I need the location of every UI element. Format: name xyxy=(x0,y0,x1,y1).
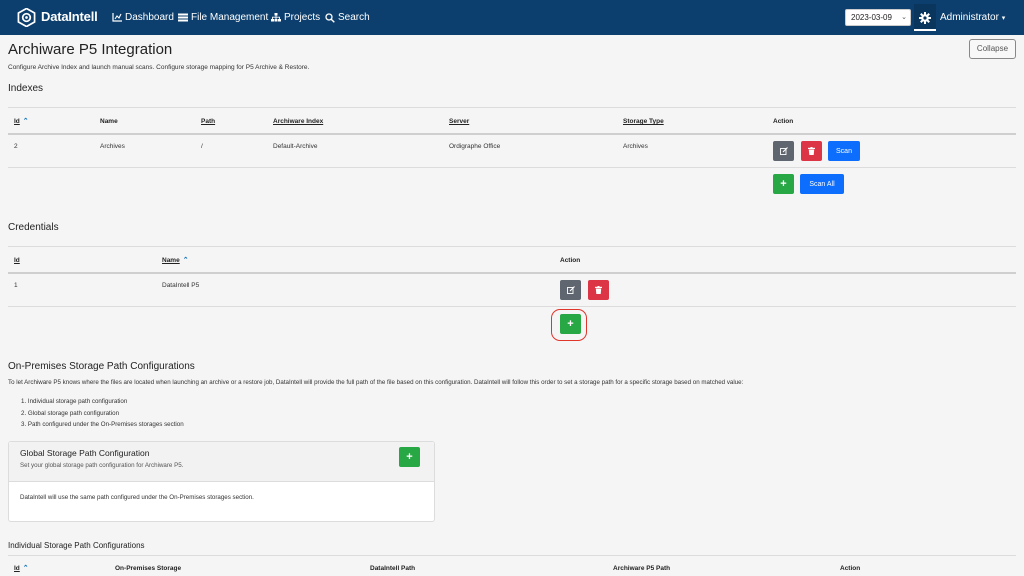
scan-all-button[interactable]: Scan All xyxy=(800,174,844,194)
gear-icon xyxy=(919,12,931,24)
indexes-col-storage-type[interactable]: Storage Type xyxy=(623,118,664,125)
delete-index-button[interactable] xyxy=(801,141,822,161)
credential-row-id: 1 xyxy=(14,282,18,289)
nav-projects[interactable]: Projects xyxy=(271,12,320,23)
table-divider xyxy=(8,167,1016,168)
col-label: Name xyxy=(162,257,180,264)
individual-col-storage: On-Premises Storage xyxy=(115,565,182,572)
sitemap-icon xyxy=(271,13,281,22)
indexes-col-archiware-index[interactable]: Archiware Index xyxy=(273,118,323,125)
global-config-card: Global Storage Path Configuration Set yo… xyxy=(8,441,435,522)
edit-icon xyxy=(566,286,575,294)
chart-line-icon xyxy=(112,13,122,22)
edit-credential-button[interactable] xyxy=(560,280,581,300)
nav-search[interactable]: Search xyxy=(325,12,370,23)
table-divider xyxy=(8,246,1016,247)
settings-button[interactable] xyxy=(914,4,936,31)
edit-index-button[interactable] xyxy=(773,141,794,161)
indexes-heading: Indexes xyxy=(8,83,44,94)
trash-icon xyxy=(595,286,602,294)
indexes-col-action: Action xyxy=(773,118,794,125)
individual-col-p5-path: Archiware P5 Path xyxy=(613,565,671,572)
nav-dashboard-label: Dashboard xyxy=(125,12,174,23)
page-title: Archiware P5 Integration xyxy=(8,41,173,58)
table-divider xyxy=(8,306,1016,307)
trash-icon xyxy=(808,147,815,155)
indexes-col-path[interactable]: Path xyxy=(201,118,215,125)
list-icon xyxy=(178,13,188,22)
date-select-value: 2023-03-09 xyxy=(851,13,892,22)
indexes-col-server[interactable]: Server xyxy=(449,118,469,125)
col-label: Id xyxy=(14,565,20,572)
page-subtitle: Configure Archive Index and launch manua… xyxy=(8,64,310,71)
col-label: Id xyxy=(14,118,20,125)
index-row-name: Archives xyxy=(100,143,125,150)
delete-credential-button[interactable] xyxy=(588,280,609,300)
onprem-description: To let Archiware P5 knows where the file… xyxy=(8,379,744,386)
nav-dashboard[interactable]: Dashboard xyxy=(112,12,174,23)
index-row-id: 2 xyxy=(14,143,18,150)
indexes-col-id[interactable]: Id ⌃ xyxy=(14,117,29,125)
add-credential-button[interactable]: + xyxy=(560,314,581,334)
brand-name[interactable]: DataIntell xyxy=(41,9,98,24)
sort-asc-icon: ⌃ xyxy=(22,565,29,572)
edit-icon xyxy=(779,147,788,155)
index-row-path: / xyxy=(201,143,203,150)
credentials-heading: Credentials xyxy=(8,222,59,233)
individual-col-id[interactable]: Id ⌃ xyxy=(14,564,29,572)
add-global-config-button[interactable]: + xyxy=(399,447,420,467)
index-row-archiware-index: Default-Archive xyxy=(273,143,318,150)
individual-col-action: Action xyxy=(840,565,861,572)
nav-search-label: Search xyxy=(338,12,370,23)
scan-button[interactable]: Scan xyxy=(828,141,860,161)
order-item-2: 2. Global storage path configuration xyxy=(21,410,120,417)
indexes-col-name: Name xyxy=(100,118,118,125)
caret-down-icon: ▾ xyxy=(1001,15,1006,22)
global-config-title: Global Storage Path Configuration xyxy=(20,448,150,458)
global-config-subtitle: Set your global storage path configurati… xyxy=(20,462,184,469)
index-row-storage-type: Archives xyxy=(623,143,648,150)
date-select[interactable]: 2023-03-09 ⌄ xyxy=(845,9,911,26)
credentials-col-name[interactable]: Name ⌃ xyxy=(162,256,189,264)
add-index-button[interactable]: + xyxy=(773,174,794,194)
user-menu-label: Administrator xyxy=(940,12,999,23)
top-navbar: DataIntell Dashboard File Management Pro… xyxy=(0,0,1024,35)
nav-file-management-label: File Management xyxy=(191,12,269,23)
credentials-col-action: Action xyxy=(560,257,581,264)
table-divider xyxy=(8,272,1016,274)
search-icon xyxy=(325,12,335,23)
credentials-col-id[interactable]: Id xyxy=(14,257,20,264)
individual-col-datainttell-path: DataIntell Path xyxy=(370,565,416,572)
global-config-body: DataIntell will use the same path config… xyxy=(20,494,254,501)
active-underline xyxy=(914,29,936,31)
nav-file-management[interactable]: File Management xyxy=(178,12,268,23)
table-divider xyxy=(8,133,1016,135)
nav-projects-label: Projects xyxy=(284,12,321,23)
table-divider xyxy=(8,107,1016,108)
datainttell-logo-icon[interactable] xyxy=(17,8,36,27)
sort-asc-icon: ⌃ xyxy=(22,118,29,125)
sort-asc-icon: ⌃ xyxy=(182,257,189,264)
table-divider xyxy=(8,555,1016,556)
onprem-heading: On-Premises Storage Path Configurations xyxy=(8,361,195,372)
order-item-1: 1. Individual storage path configuration xyxy=(21,398,128,405)
individual-config-heading: Individual Storage Path Configurations xyxy=(8,541,145,550)
user-menu[interactable]: Administrator ▾ xyxy=(940,12,1005,23)
chevron-down-icon: ⌄ xyxy=(901,14,907,21)
collapse-button[interactable]: Collapse xyxy=(969,39,1016,59)
credential-row-name: DataIntell P5 xyxy=(162,282,200,289)
index-row-server: Ordigraphe Office xyxy=(449,143,501,150)
order-item-3: 3. Path configured under the On-Premises… xyxy=(21,421,184,428)
